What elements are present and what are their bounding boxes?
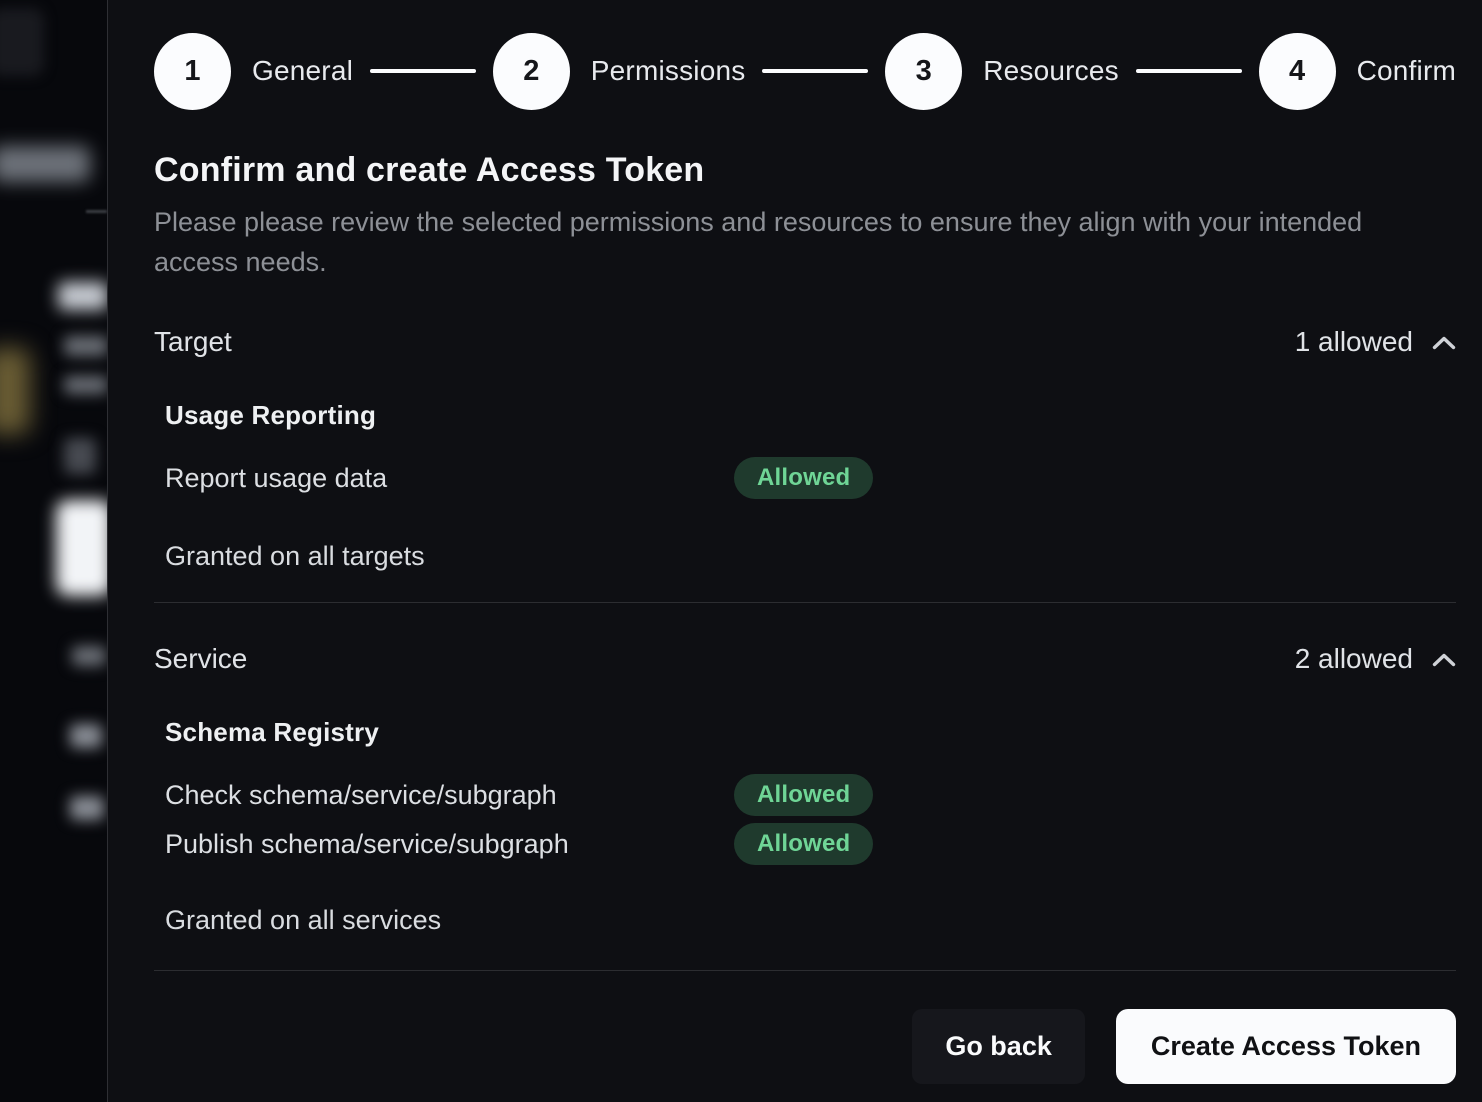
blurred-list-item (70, 724, 102, 748)
step-label: Permissions (591, 55, 746, 87)
status-badge: Allowed (734, 823, 873, 865)
blurred-card (56, 500, 107, 596)
step-number-circle: 4 (1259, 33, 1336, 110)
permission-group-schema-registry: Schema Registry Check schema/service/sub… (165, 717, 1456, 865)
step-number-circle: 1 (154, 33, 231, 110)
blurred-body-text (64, 336, 107, 356)
status-badge: Allowed (734, 774, 873, 816)
group-title: Usage Reporting (165, 400, 1456, 431)
step-number-circle: 3 (885, 33, 962, 110)
step-resources[interactable]: 3 Resources (885, 33, 1119, 110)
blurred-nav-item (0, 146, 90, 182)
permission-group-usage-reporting: Usage Reporting Report usage data Allowe… (165, 400, 1456, 499)
granted-note: Granted on all targets (165, 541, 1456, 572)
section-header-target: Target 1 allowed (154, 326, 1456, 358)
step-confirm[interactable]: 4 Confirm (1259, 33, 1456, 110)
section-header-service: Service 2 allowed (154, 643, 1456, 675)
permission-row: Publish schema/service/subgraph Allowed (165, 823, 1456, 865)
section-collapse-toggle-target[interactable]: 1 allowed (1295, 326, 1456, 358)
permission-row: Check schema/service/subgraph Allowed (165, 774, 1456, 816)
blurred-list-item (70, 796, 104, 820)
step-label: General (252, 55, 353, 87)
background-app-blurred (0, 0, 107, 1102)
create-access-token-button[interactable]: Create Access Token (1116, 1009, 1456, 1084)
go-back-button[interactable]: Go back (912, 1009, 1085, 1084)
permission-row: Report usage data Allowed (165, 457, 1456, 499)
step-connector (762, 69, 868, 73)
step-label: Resources (983, 55, 1119, 87)
permission-label: Check schema/service/subgraph (165, 780, 734, 811)
section-name: Target (154, 326, 232, 358)
step-label: Confirm (1357, 55, 1456, 87)
status-badge: Allowed (734, 457, 873, 499)
section-count-label: 1 allowed (1295, 326, 1413, 358)
blurred-list-item (72, 646, 106, 666)
step-permissions[interactable]: 2 Permissions (493, 33, 746, 110)
step-connector (1136, 69, 1242, 73)
section-name: Service (154, 643, 247, 675)
divider (86, 210, 107, 213)
divider (154, 602, 1456, 603)
page-title: Confirm and create Access Token (154, 151, 1456, 190)
permission-label: Publish schema/service/subgraph (165, 829, 734, 860)
section-collapse-toggle-service[interactable]: 2 allowed (1295, 643, 1456, 675)
permission-label: Report usage data (165, 463, 734, 494)
wizard-stepper: 1 General 2 Permissions 3 Resources 4 Co… (154, 32, 1456, 110)
section-count-label: 2 allowed (1295, 643, 1413, 675)
blurred-body-text (64, 376, 107, 394)
blurred-icon (64, 438, 96, 474)
blurred-accent-shape (0, 348, 30, 434)
granted-note: Granted on all services (165, 905, 1456, 936)
create-access-token-modal: 1 General 2 Permissions 3 Resources 4 Co… (107, 0, 1482, 1102)
step-connector (370, 69, 476, 73)
group-title: Schema Registry (165, 717, 1456, 748)
modal-footer: Go back Create Access Token (154, 971, 1456, 1084)
blurred-app-logo (0, 8, 44, 76)
chevron-up-icon[interactable] (1432, 335, 1456, 350)
page-subtitle: Please please review the selected permis… (154, 202, 1394, 282)
chevron-up-icon[interactable] (1432, 652, 1456, 667)
step-general[interactable]: 1 General (154, 33, 353, 110)
blurred-heading-text (58, 282, 107, 310)
step-number-circle: 2 (493, 33, 570, 110)
